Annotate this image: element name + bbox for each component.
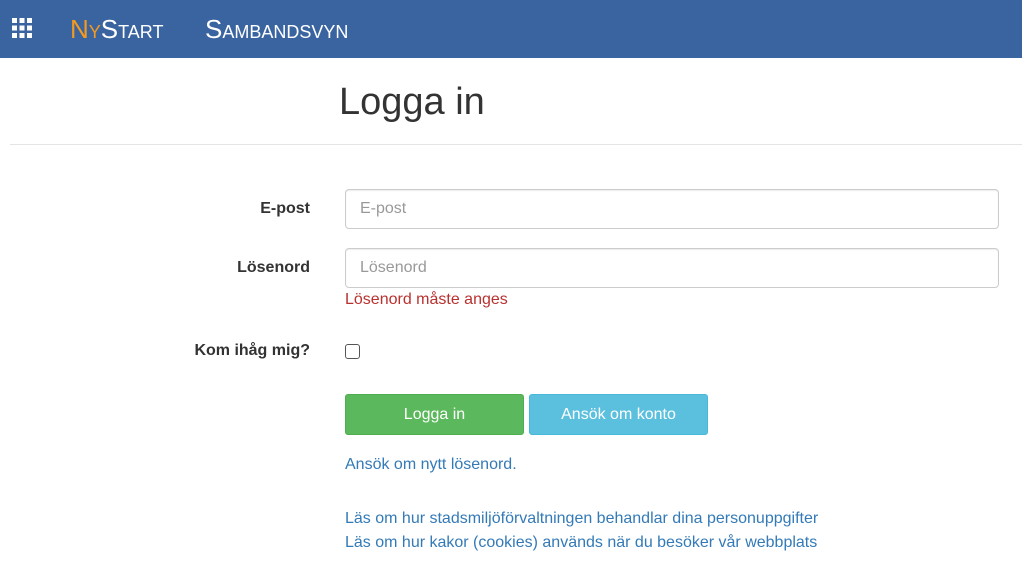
login-button[interactable]: Logga in [345, 394, 524, 435]
top-navbar: NyStart Sambandsvyn [0, 0, 1022, 58]
brand-name-second: Start [100, 14, 164, 44]
email-label: E-post [260, 200, 310, 217]
apply-account-button[interactable]: Ansök om konto [529, 394, 708, 435]
cookies-info-link[interactable]: Läs om hur kakor (cookies) används när d… [345, 533, 817, 553]
forgot-password-link[interactable]: Ansök om nytt lösenord. [345, 455, 517, 475]
privacy-info-link[interactable]: Läs om hur stadsmiljöförvaltningen behan… [345, 509, 818, 529]
password-label: Lösenord [237, 259, 310, 276]
brand-name-first: Ny [70, 14, 101, 44]
page-title: Logga in [339, 81, 485, 123]
password-error-message: Lösenord måste anges [345, 291, 508, 308]
remember-me-label: Kom ihåg mig? [194, 342, 310, 359]
email-field[interactable] [345, 189, 999, 229]
grid-icon[interactable] [12, 18, 32, 38]
brand-logo-link[interactable]: NyStart [70, 13, 163, 45]
title-divider [10, 144, 1022, 145]
remember-me-checkbox[interactable] [345, 344, 360, 359]
password-field[interactable] [345, 248, 999, 288]
nav-link-sambandsvyn[interactable]: Sambandsvyn [205, 13, 348, 45]
